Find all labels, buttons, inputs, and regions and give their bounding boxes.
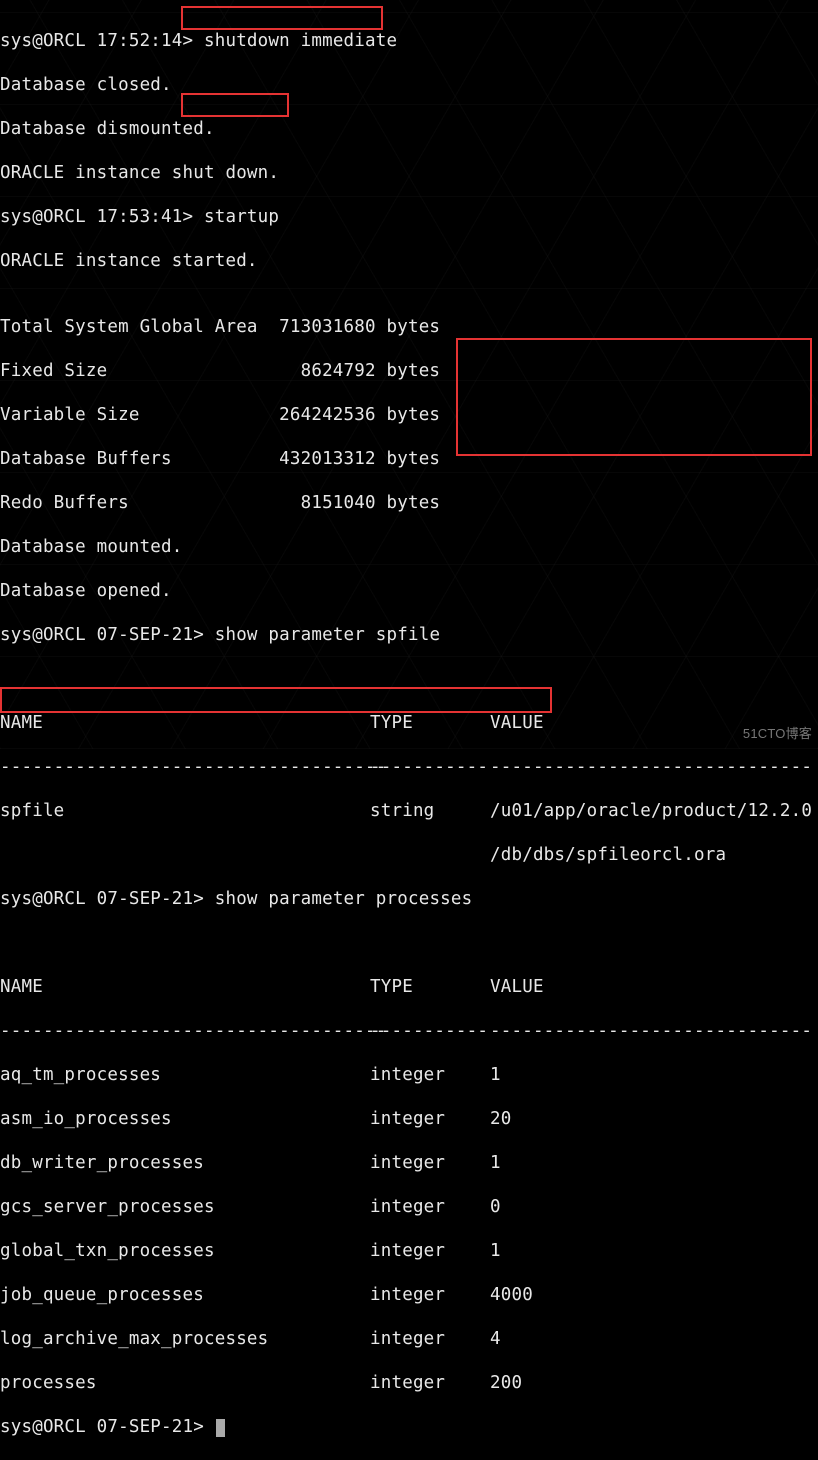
table-divider: ----------------------------------------… xyxy=(0,1020,818,1042)
output-line: ORACLE instance shut down. xyxy=(0,162,818,184)
output-line: Database opened. xyxy=(0,580,818,602)
terminal-output: sys@ORCL 17:52:14> shutdown immediate Da… xyxy=(0,0,818,1460)
cursor-icon xyxy=(216,1419,225,1437)
table-row: db_writer_processesinteger1 xyxy=(0,1152,818,1174)
output-line: ORACLE instance started. xyxy=(0,250,818,272)
cmd-show-spfile: show parameter spfile xyxy=(204,625,440,645)
table-divider: ----------------------------------------… xyxy=(0,756,818,778)
blank-line xyxy=(0,668,818,690)
table-row: /db/dbs/spfileorcl.ora xyxy=(0,844,818,866)
blank-line xyxy=(0,932,818,954)
table-row: job_queue_processesinteger4000 xyxy=(0,1284,818,1306)
output-line: Database Buffers 432013312 bytes xyxy=(0,448,818,470)
table-header: NAMETYPEVALUE xyxy=(0,712,818,734)
prompt-line[interactable]: sys@ORCL 17:52:14> shutdown immediate xyxy=(0,30,818,52)
table-row: asm_io_processesinteger20 xyxy=(0,1108,818,1130)
table-row: gcs_server_processesinteger0 xyxy=(0,1196,818,1218)
cmd-shutdown: shutdown immediate xyxy=(193,31,397,51)
prompt-line[interactable]: sys@ORCL 07-SEP-21> xyxy=(0,1416,818,1438)
table-row: spfilestring/u01/app/oracle/product/12.2… xyxy=(0,800,818,822)
output-line: Fixed Size 8624792 bytes xyxy=(0,360,818,382)
output-line: Redo Buffers 8151040 bytes xyxy=(0,492,818,514)
prompt-line[interactable]: sys@ORCL 07-SEP-21> show parameter spfil… xyxy=(0,624,818,646)
cmd-show-processes: show parameter processes xyxy=(204,889,472,909)
output-line: Database mounted. xyxy=(0,536,818,558)
table-row: aq_tm_processesinteger1 xyxy=(0,1064,818,1086)
table-header: NAMETYPEVALUE xyxy=(0,976,818,998)
table-row: processesinteger200 xyxy=(0,1372,818,1394)
output-line: Total System Global Area 713031680 bytes xyxy=(0,316,818,338)
output-line: Database closed. xyxy=(0,74,818,96)
output-line: Variable Size 264242536 bytes xyxy=(0,404,818,426)
table-row: global_txn_processesinteger1 xyxy=(0,1240,818,1262)
prompt-line[interactable]: sys@ORCL 07-SEP-21> show parameter proce… xyxy=(0,888,818,910)
output-line: Database dismounted. xyxy=(0,118,818,140)
prompt-line[interactable]: sys@ORCL 17:53:41> startup xyxy=(0,206,818,228)
table-row: log_archive_max_processesinteger4 xyxy=(0,1328,818,1350)
cmd-startup: startup xyxy=(193,207,279,227)
watermark-text: 51CTO博客 xyxy=(743,723,812,745)
